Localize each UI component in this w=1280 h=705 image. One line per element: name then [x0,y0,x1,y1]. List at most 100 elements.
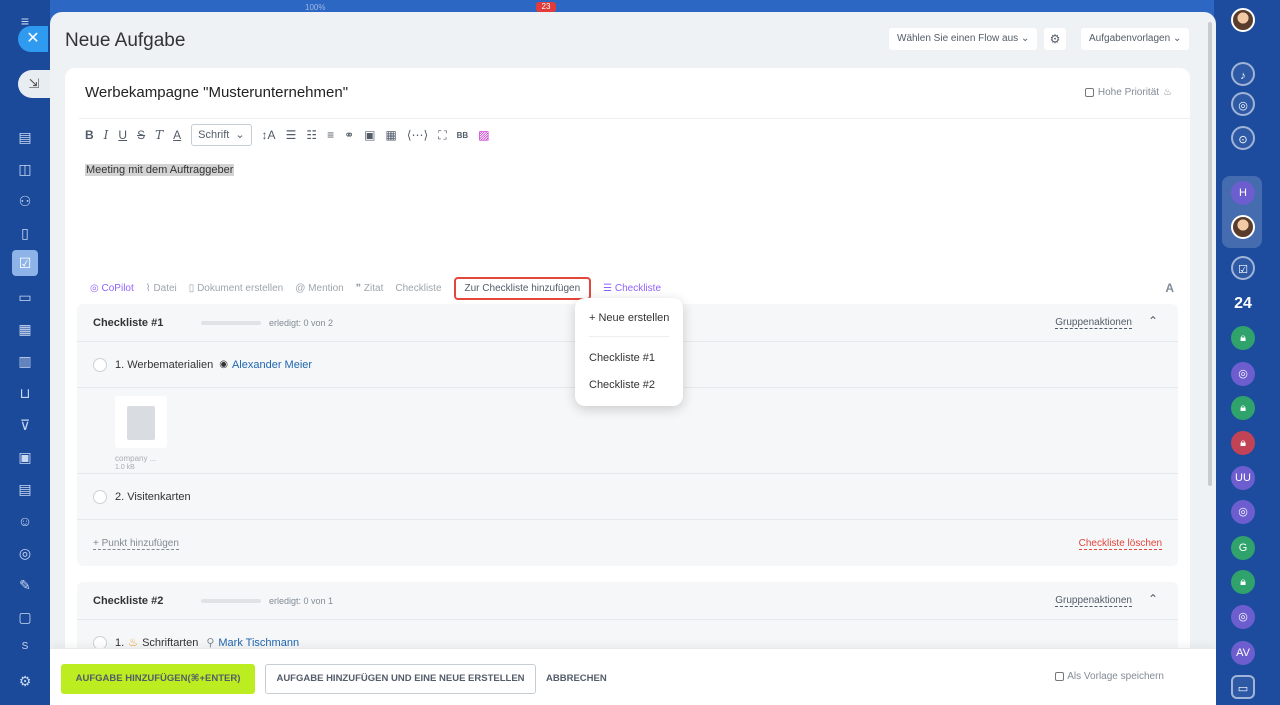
bold-icon[interactable]: B [85,128,94,142]
lock-icon[interactable]: 🔒︎ [1231,326,1255,350]
group-actions-link[interactable]: Gruppenaktionen [1055,595,1132,607]
copilot-chat-icon[interactable]: ◎ [1231,500,1255,524]
contact-av[interactable]: AV [1231,641,1255,665]
item-checkbox[interactable] [93,489,107,504]
text-color-icon[interactable]: A [173,128,181,142]
checklist-button[interactable]: Checkliste [395,283,441,294]
strikethrough-icon[interactable]: S [137,128,145,142]
font-size-icon[interactable]: ↕A [262,128,276,142]
robot-icon[interactable]: ☺ [16,512,34,530]
lock-icon[interactable]: 🔒︎ [1231,431,1255,455]
add-and-create-new-button[interactable]: AUFGABE HINZUFÜGEN UND EINE NEUE ERSTELL… [265,664,536,694]
templates-button[interactable]: Aufgabenvorlagen ⌄ [1081,28,1190,50]
quote-label: Zitat [363,282,384,294]
box-icon[interactable]: ▢ [16,608,34,626]
checklist-title[interactable]: Checkliste #1 [93,317,163,329]
item-member[interactable]: Mark Tischmann [218,637,299,649]
chevron-up-icon[interactable]: ⌃ [1148,592,1158,606]
bullet-list-icon[interactable]: ☷ [306,128,317,142]
italic-icon[interactable]: I [104,128,109,142]
checklist-title[interactable]: Checkliste #2 [93,595,163,607]
feed-icon[interactable]: ▤ [16,128,34,146]
new-checklist-option[interactable]: + Neue erstellen [589,312,669,324]
minimize-icon[interactable]: ⇲ [18,70,50,98]
link-icon[interactable]: ⚭ [344,128,354,142]
file-thumbnail[interactable] [115,396,167,448]
ai-checklist-button[interactable]: ☰ Checkliste [603,283,661,294]
shop-icon[interactable]: ⊔ [16,384,34,402]
underline-icon[interactable]: U [118,128,127,142]
image-icon[interactable]: ▣ [364,128,375,142]
priority-checkbox[interactable] [1084,88,1094,97]
copilot-icon[interactable]: ◎ [1231,92,1255,116]
group-actions-link[interactable]: Gruppenaktionen [1055,317,1132,329]
align-icon[interactable]: ≡ [327,128,334,142]
chat-icon[interactable]: ◫ [16,160,34,178]
fullscreen-icon[interactable]: ⛶ [438,128,446,143]
lock-icon[interactable]: 🔒︎ [1231,396,1255,420]
contact-h[interactable]: H [1231,181,1255,205]
bell-icon[interactable]: ♪ [1231,62,1255,86]
analytics-icon[interactable]: ▥ [16,352,34,370]
task-title-input[interactable]: Werbekampagne "Musterunternehmen" [85,84,348,101]
tasks-icon[interactable]: ☑ [12,250,38,276]
chat-bubble-icon[interactable]: ▭ [1231,675,1255,699]
contact-g[interactable]: G [1231,536,1255,560]
gear-icon[interactable]: ⚙ [1044,28,1066,50]
clear-format-icon[interactable]: T [155,128,163,142]
cancel-button[interactable]: ABBRECHEN [546,664,607,694]
edit-icon[interactable]: ✎ [16,576,34,594]
user-initial[interactable]: S [16,638,34,656]
task-description[interactable]: Meeting mit dem Auftraggeber [85,164,235,176]
add-to-checklist-button[interactable]: Zur Checkliste hinzufügen [453,276,592,300]
add-item-link[interactable]: + Punkt hinzufügen [93,538,179,550]
tasks-rail-icon[interactable]: ☑ [1231,256,1255,280]
scrollbar[interactable] [1208,22,1212,486]
delete-checklist-link[interactable]: Checkliste löschen [1078,538,1162,550]
schedule-icon[interactable]: ▤ [16,480,34,498]
chevron-up-icon[interactable]: ⌃ [1148,314,1158,328]
card-icon[interactable]: ▣ [16,448,34,466]
ai-image-icon[interactable]: ▨ [478,128,489,142]
add-task-button[interactable]: AUFGABE HINZUFÜGEN(⌘+ENTER) [61,664,255,694]
counter-24[interactable]: 24 [1231,292,1255,316]
divider [79,118,1190,119]
user-avatar[interactable] [1231,8,1255,32]
create-document-button[interactable]: ▯ Dokument erstellen [189,283,283,294]
task-slider-panel: Neue Aufgabe Wählen Sie einen Flow aus ⌄… [50,12,1216,705]
contacts-icon[interactable]: ⚇ [16,192,34,210]
copilot-chat-icon[interactable]: ◎ [1231,605,1255,629]
calendar-icon[interactable]: ▦ [16,320,34,338]
copilot-chat-icon[interactable]: ◎ [1231,362,1255,386]
editor-toolbar: B I U S T A Schrift ⌄ ↕A ☰ ☷ ≡ ⚭ ▣ ▦ ⟨⋯⟩… [85,124,490,146]
mention-button[interactable]: @ Mention [295,283,344,294]
item-member[interactable]: Alexander Meier [232,359,312,371]
high-priority-toggle[interactable]: Hohe Priorität ♨ [1084,87,1172,98]
settings-icon[interactable]: ⚙ [16,672,34,690]
search-chat-icon[interactable]: ⊙ [1231,126,1255,150]
save-as-template[interactable]: Als Vorlage speichern [1055,671,1164,682]
lock-icon[interactable]: 🔒︎ [1231,570,1255,594]
checklist-option-2[interactable]: Checkliste #2 [589,379,655,391]
formatting-toggle-icon[interactable]: A [1165,281,1174,295]
checklist-option-1[interactable]: Checkliste #1 [589,352,655,364]
save-template-checkbox[interactable] [1055,672,1065,681]
documents-icon[interactable]: ▯ [16,224,34,242]
target-icon[interactable]: ◎ [16,544,34,562]
item-checkbox[interactable] [93,357,107,372]
flow-select-button[interactable]: Wählen Sie einen Flow aus ⌄ [889,28,1038,50]
quote-button[interactable]: ❞ Zitat [356,283,384,294]
contact-uu[interactable]: UU [1231,466,1255,490]
contact-avatar[interactable] [1231,215,1255,239]
code-icon[interactable]: ⟨⋯⟩ [407,128,428,142]
bbcode-icon[interactable]: BB [457,131,469,140]
checklist-item[interactable]: 2. Visitenkarten [77,474,1178,520]
font-select[interactable]: Schrift ⌄ [191,124,252,146]
drive-icon[interactable]: ▭ [16,288,34,306]
table-icon[interactable]: ▦ [386,128,397,142]
copilot-button[interactable]: ◎ CoPilot [90,283,134,294]
close-slider-button[interactable]: ✕ [18,26,48,52]
file-button[interactable]: ⌇ Datei [146,283,177,294]
numbered-list-icon[interactable]: ☰ [286,128,297,142]
filter-icon[interactable]: ⊽ [16,416,34,434]
